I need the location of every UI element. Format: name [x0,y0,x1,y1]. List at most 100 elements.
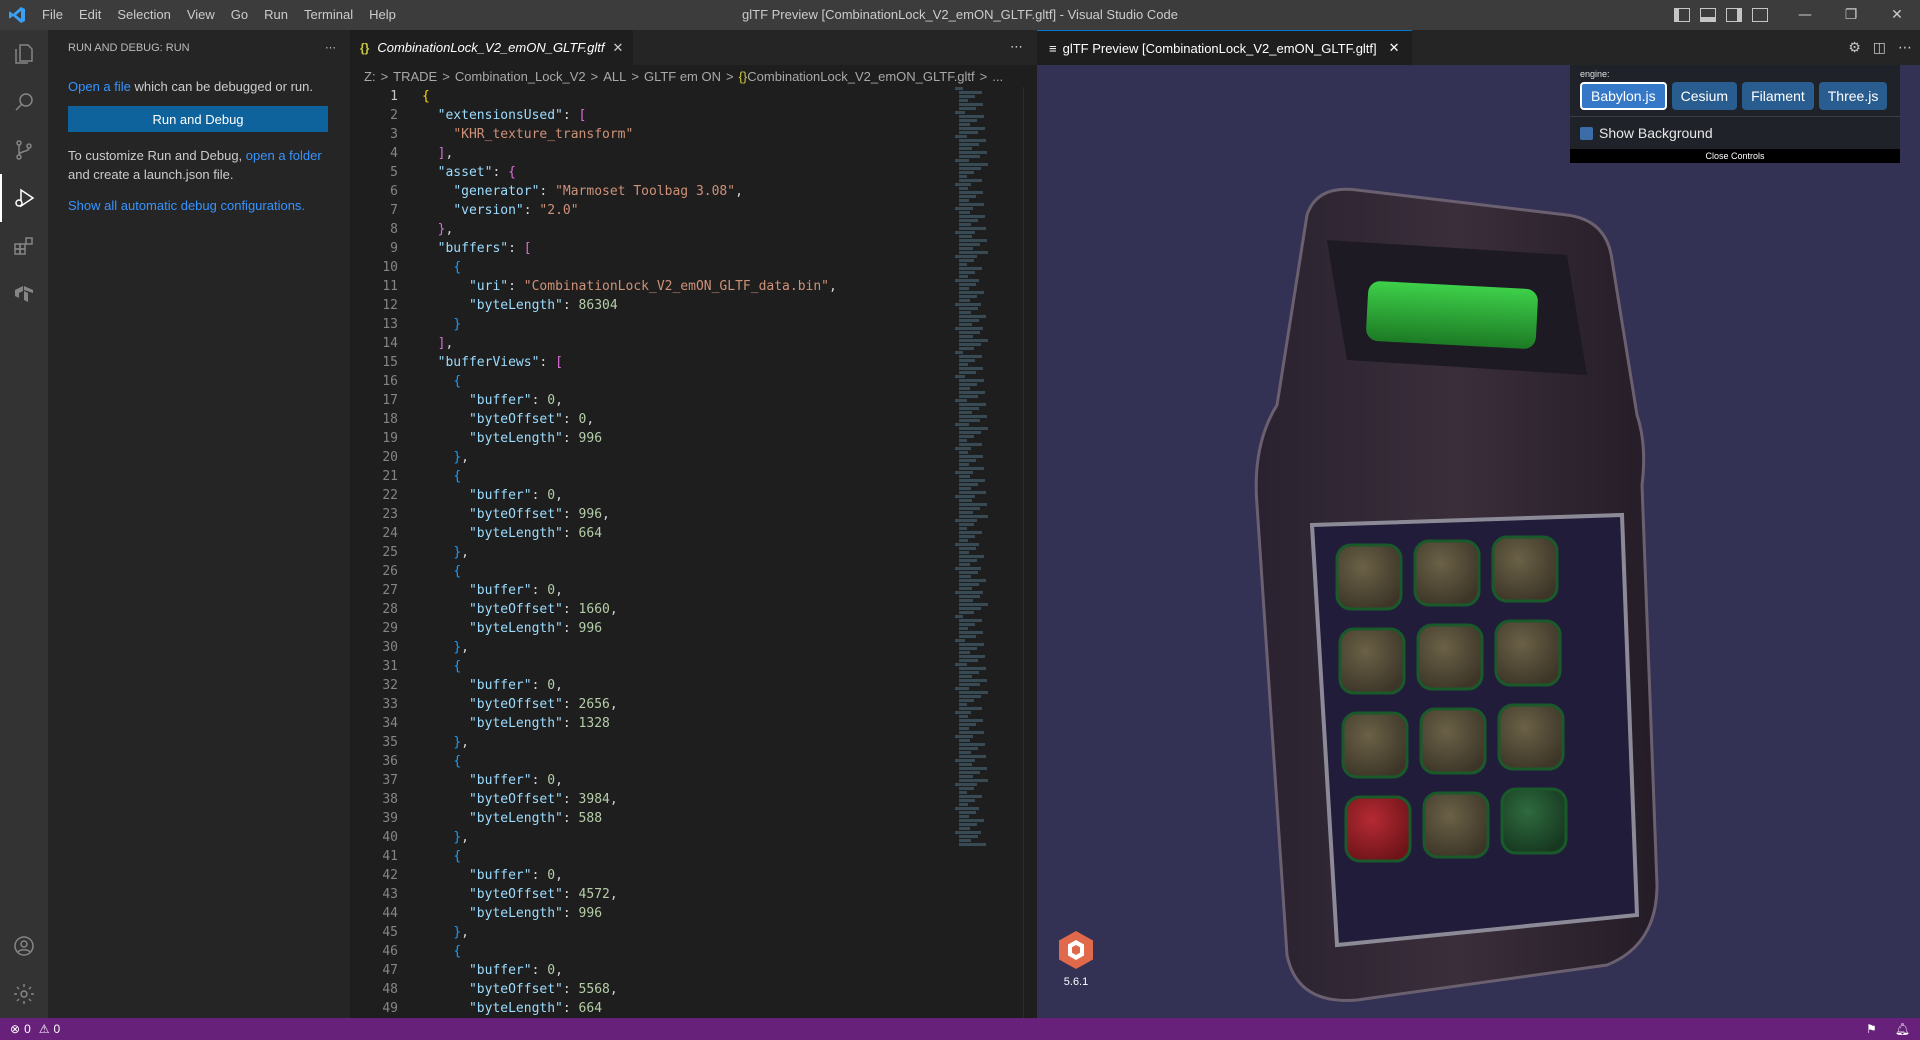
code-text: }, [453,545,469,560]
problems-indicator[interactable]: ⊗ 0 ⚠ 0 [10,1022,60,1036]
more-actions-icon[interactable]: ⋯ [1898,40,1912,56]
engine-button-babylonjs[interactable]: Babylon.js [1580,82,1667,110]
close-tab-icon[interactable]: ✕ [1389,40,1400,56]
breadcrumb-separator-icon: > [380,68,389,84]
engine-button-threejs[interactable]: Three.js [1818,82,1888,110]
menu-edit[interactable]: Edit [71,0,109,30]
code-line: 21 { [350,467,945,486]
extensions-icon[interactable] [0,222,48,270]
explorer-icon[interactable] [0,30,48,78]
gear-icon[interactable] [0,970,48,1018]
breadcrumb-item[interactable]: ALL [603,69,626,84]
breadcrumb-item[interactable]: Z: [364,69,376,84]
menu-terminal[interactable]: Terminal [296,0,361,30]
code-text: "buffer": 0, [468,488,563,503]
open-file-link[interactable]: Open a file [68,79,131,94]
breadcrumb-separator-icon: > [726,68,734,84]
show-background-label: Show Background [1599,125,1713,141]
engine-button-cesium[interactable]: Cesium [1671,82,1738,110]
breadcrumb-item[interactable]: CombinationLock_V2_emON_GLTF.gltf [747,69,974,84]
inspector-icon[interactable]: ⚙ [1848,40,1861,56]
line-number: 32 [382,678,398,693]
minimap-line [959,475,970,478]
code-text: }, [453,450,469,465]
more-actions-icon[interactable]: ⋯ [1010,30,1023,65]
minimap-line [959,775,973,778]
customize-layout-icon[interactable] [1752,8,1768,22]
babylon-badge: 5.6.1 [1051,930,1101,988]
minimap-line [959,619,982,622]
code-text: "byteLength": 664 [468,1001,603,1016]
menu-view[interactable]: View [179,0,223,30]
minimap-line [959,291,984,294]
minimap-line [959,107,976,110]
minimize-button[interactable]: — [1782,0,1828,30]
minimap-line [959,487,971,490]
code-line: 40 }, [350,828,945,847]
show-background-row[interactable]: Show Background [1570,116,1900,149]
breadcrumb-item[interactable]: Combination_Lock_V2 [455,69,586,84]
preview-tab-label: glTF Preview [CombinationLock_V2_emON_GL… [1062,40,1377,56]
close-tab-icon[interactable]: ✕ [612,40,623,56]
toggle-panel-icon[interactable] [1700,8,1716,22]
tab-gltf-file[interactable]: {} CombinationLock_V2_emON_GLTF.gltf ✕ [350,30,634,65]
breadcrumb-separator-icon: > [979,68,988,84]
split-editor-icon[interactable]: ◫ [1873,40,1886,56]
menu-help[interactable]: Help [361,0,404,30]
3d-viewport[interactable]: engine: Babylon.js Cesium Filament Three.js… [1037,65,1920,1018]
run-and-debug-button[interactable]: Run and Debug [68,106,328,132]
engine-selector: Babylon.js Cesium Filament Three.js [1570,79,1900,116]
minimap-line [959,347,974,350]
code-text: { [453,469,462,484]
breadcrumb-item[interactable]: ... [992,69,1003,84]
toggle-secondary-sidebar-icon[interactable] [1726,8,1742,22]
notifications-bell-icon[interactable]: 🔔︎ [1895,1022,1910,1036]
code-editor[interactable]: 1{2 "extensionsUsed": [3 "KHR_texture_tr… [350,87,945,1018]
close-window-button[interactable]: ✕ [1874,0,1920,30]
minimap-line [955,543,979,546]
minimap-line [955,663,967,666]
account-icon[interactable] [0,922,48,970]
restore-button[interactable]: ❐ [1828,0,1874,30]
line-number: 29 [382,621,398,636]
engine-button-filament[interactable]: Filament [1742,82,1814,110]
menu-go[interactable]: Go [223,0,256,30]
toggle-primary-sidebar-icon[interactable] [1674,8,1690,22]
minimap-line [959,219,978,222]
minimap-line [959,491,986,494]
breadcrumb-item[interactable]: GLTF em ON [644,69,721,84]
breadcrumb-item[interactable]: TRADE [393,69,437,84]
keypad-button [1341,711,1409,779]
open-folder-link[interactable]: open a folder [246,148,322,163]
menu-file[interactable]: File [34,0,71,30]
minimap-line [959,451,968,454]
line-number: 34 [382,716,398,731]
menu-selection[interactable]: Selection [109,0,178,30]
close-controls-button[interactable]: Close Controls [1570,149,1900,163]
feedback-icon[interactable]: ⚑ [1866,1022,1877,1036]
title-bar: File Edit Selection View Go Run Terminal Help g… [0,0,1920,30]
minimap[interactable] [955,87,1015,1018]
tab-gltf-preview[interactable]: ≡ glTF Preview [CombinationLock_V2_emON_… [1037,30,1412,65]
minimap-line [959,771,980,774]
more-actions-icon[interactable]: ⋯ [325,41,336,54]
code-line: 39 "byteLength": 588 [350,809,945,828]
menu-run[interactable]: Run [256,0,296,30]
title-bar-controls: — ❐ ✕ [1669,0,1920,30]
show-all-configs-link[interactable]: Show all automatic debug configurations. [68,198,305,213]
minimap-line [959,603,988,606]
minimap-line [955,159,969,162]
minimap-line [959,655,985,658]
line-number: 27 [382,583,398,598]
minimap-line [955,567,981,570]
code-line: 14 ], [350,334,945,353]
editor-scrollbar[interactable] [1023,87,1037,1018]
run-debug-icon[interactable] [0,174,48,222]
minimap-line [959,627,968,630]
search-icon[interactable] [0,78,48,126]
code-text: { [453,944,462,959]
show-background-checkbox[interactable] [1580,126,1593,140]
source-control-icon[interactable] [0,126,48,174]
terraform-icon[interactable] [0,270,48,318]
code-line: 36 { [350,752,945,771]
